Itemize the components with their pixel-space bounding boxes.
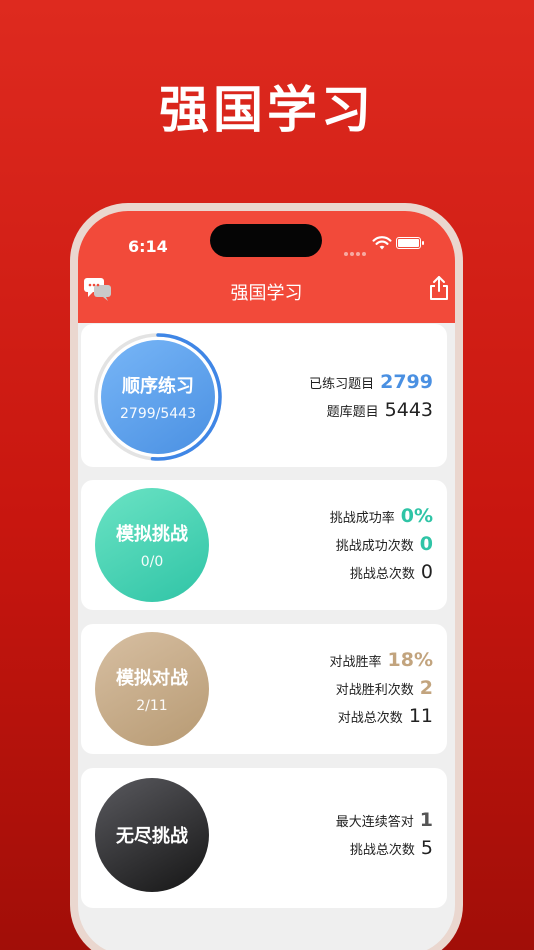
dynamic-island	[210, 224, 322, 257]
stat-value: 18%	[387, 649, 433, 671]
card-stats: 挑战成功率 0% 挑战成功次数 0 挑战总次数 0	[330, 502, 433, 586]
stat-value: 2799	[380, 371, 433, 393]
card-stats: 已练习题目 2799 题库题目 5443	[309, 368, 433, 424]
stat-value: 0	[419, 533, 433, 555]
stat-row: 题库题目 5443	[309, 396, 433, 424]
status-icons	[344, 235, 434, 256]
top-bar: 6:14 强国学习	[78, 211, 455, 323]
stat-row: 挑战成功次数 0	[330, 530, 433, 558]
stat-label: 对战总次数	[337, 710, 403, 726]
battery-icon	[396, 237, 424, 249]
card-title: 顺序练习	[122, 376, 194, 397]
card-subtitle: 0/0	[140, 554, 164, 570]
stat-row: 对战胜利次数 2	[330, 674, 433, 702]
stat-label: 对战胜率	[329, 654, 382, 670]
stat-value: 5	[420, 837, 433, 859]
card-subtitle: 2799/5443	[120, 406, 196, 422]
stat-label: 对战胜利次数	[335, 682, 414, 698]
card-subtitle: 2/11	[136, 698, 168, 714]
status-time: 6:14	[128, 237, 168, 256]
phone-frame: 6:14 强国学习 顺序练习 2799/5443 已练习题目 2799 题库题目…	[70, 203, 463, 950]
stat-label: 挑战总次数	[349, 566, 415, 582]
stat-row: 对战胜率 18%	[330, 646, 434, 674]
signal-icon	[344, 241, 368, 260]
stat-row: 已练习题目 2799	[309, 368, 433, 396]
stat-label: 挑战成功次数	[335, 538, 414, 554]
stat-value: 1	[419, 809, 433, 831]
card-endless-challenge[interactable]: 无尽挑战 最大连续答对 1 挑战总次数 5	[81, 768, 447, 908]
stat-value: 0	[420, 561, 433, 583]
card-mock-battle[interactable]: 模拟对战 2/11 对战胜率 18% 对战胜利次数 2 对战总次数 11	[81, 624, 447, 754]
stat-value: 11	[408, 705, 433, 727]
stat-row: 挑战成功率 0%	[330, 502, 433, 530]
mock-challenge-button[interactable]: 模拟挑战 0/0	[95, 488, 209, 602]
card-mock-challenge[interactable]: 模拟挑战 0/0 挑战成功率 0% 挑战成功次数 0 挑战总次数 0	[81, 480, 447, 610]
stat-value: 5443	[384, 399, 433, 421]
stat-row: 最大连续答对 1	[336, 806, 433, 834]
sequential-practice-button[interactable]: 顺序练习 2799/5443	[101, 340, 215, 454]
mock-battle-button[interactable]: 模拟对战 2/11	[95, 632, 209, 746]
stat-label: 挑战成功率	[329, 510, 395, 526]
wifi-icon	[372, 236, 392, 250]
stat-label: 挑战总次数	[349, 842, 415, 858]
stat-row: 对战总次数 11	[330, 702, 433, 730]
nav-title: 强国学习	[230, 283, 303, 304]
card-title: 模拟对战	[116, 668, 188, 689]
endless-challenge-button[interactable]: 无尽挑战	[95, 778, 209, 892]
stat-label: 题库题目	[326, 404, 379, 420]
stat-value: 0%	[400, 505, 433, 527]
stat-label: 最大连续答对	[335, 814, 414, 830]
phone-screen: 6:14 强国学习 顺序练习 2799/5443 已练习题目 2799 题库题目…	[78, 211, 455, 950]
card-title: 无尽挑战	[116, 826, 188, 847]
card-stats: 对战胜率 18% 对战胜利次数 2 对战总次数 11	[330, 646, 434, 730]
share-icon[interactable]	[428, 275, 450, 301]
stat-label: 已练习题目	[309, 376, 375, 392]
stat-value: 2	[419, 677, 433, 699]
promo-headline: 强国学习	[159, 81, 375, 139]
card-sequential-practice[interactable]: 顺序练习 2799/5443 已练习题目 2799 题库题目 5443	[81, 324, 447, 467]
card-stats: 最大连续答对 1 挑战总次数 5	[336, 806, 433, 862]
card-title: 模拟挑战	[116, 524, 188, 545]
stat-row: 挑战总次数 0	[330, 558, 433, 586]
stat-row: 挑战总次数 5	[336, 834, 433, 862]
